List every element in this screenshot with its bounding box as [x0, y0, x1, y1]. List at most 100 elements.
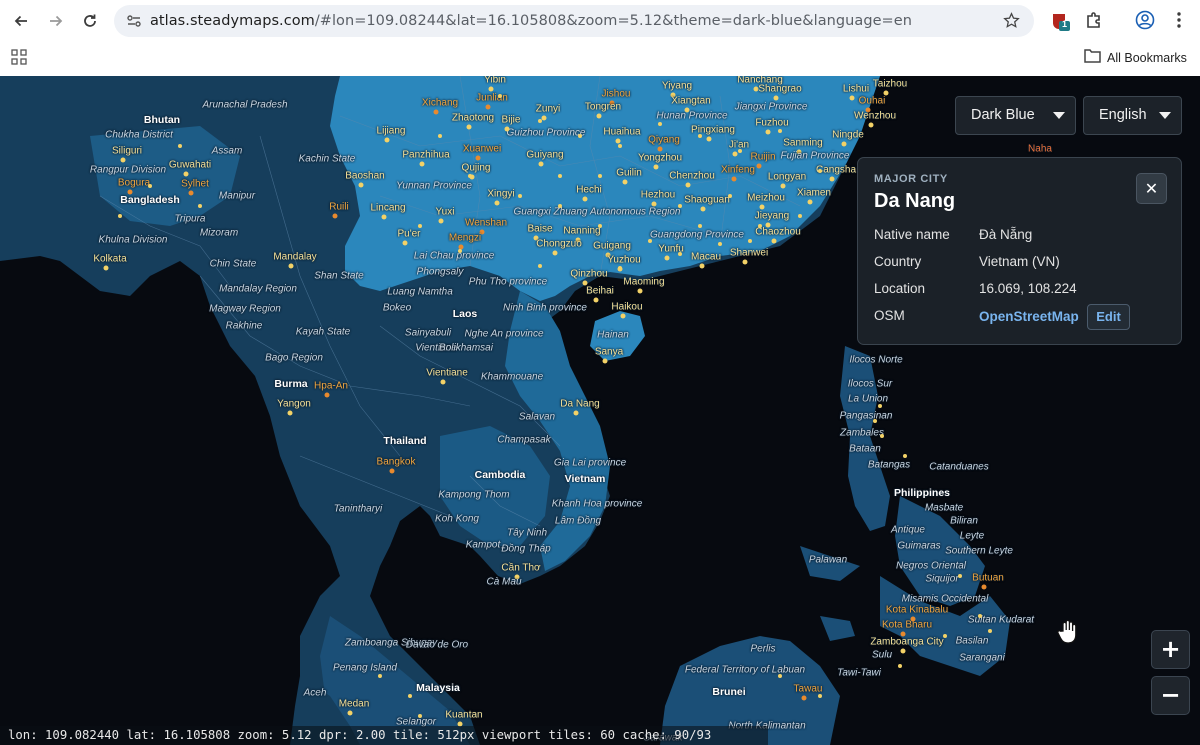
city-dot[interactable] — [618, 266, 622, 270]
city-dot[interactable] — [578, 134, 582, 138]
city-dot[interactable] — [958, 574, 962, 578]
city-dot[interactable] — [981, 584, 987, 590]
city-dot[interactable] — [903, 454, 907, 458]
city-dot[interactable] — [598, 174, 602, 178]
city-dot[interactable] — [637, 288, 643, 294]
city-dot[interactable] — [381, 214, 387, 220]
city-dot[interactable] — [384, 137, 390, 143]
city-dot[interactable] — [582, 196, 588, 202]
city-dot[interactable] — [898, 664, 902, 668]
star-icon[interactable] — [1003, 12, 1020, 34]
city-dot[interactable] — [419, 161, 425, 167]
city-dot[interactable] — [756, 163, 762, 169]
city-dot[interactable] — [475, 155, 481, 161]
city-dot[interactable] — [466, 124, 472, 130]
city-dot[interactable] — [728, 194, 732, 198]
forward-icon[interactable] — [43, 8, 69, 34]
zoom-in-button[interactable]: + — [1151, 630, 1190, 669]
city-dot[interactable] — [801, 695, 807, 701]
city-dot[interactable] — [538, 119, 542, 123]
apps-icon[interactable] — [11, 49, 27, 70]
city-dot[interactable] — [598, 224, 602, 228]
city-dot[interactable] — [433, 109, 439, 115]
city-dot[interactable] — [178, 144, 182, 148]
city-dot[interactable] — [288, 263, 294, 269]
city-dot[interactable] — [120, 157, 126, 163]
city-dot[interactable] — [504, 126, 510, 132]
city-dot[interactable] — [618, 144, 622, 148]
city-dot[interactable] — [402, 240, 408, 246]
puzzle-icon[interactable] — [1085, 11, 1103, 34]
city-dot[interactable] — [438, 218, 444, 224]
back-icon[interactable] — [8, 8, 34, 34]
city-dot[interactable] — [880, 434, 884, 438]
city-dot[interactable] — [552, 250, 558, 256]
city-dot[interactable] — [678, 204, 682, 208]
theme-select[interactable]: Dark Blue — [955, 96, 1076, 135]
city-dot[interactable] — [878, 404, 882, 408]
city-dot[interactable] — [332, 213, 338, 219]
city-dot[interactable] — [573, 410, 579, 416]
city-dot[interactable] — [103, 265, 109, 271]
city-dot[interactable] — [440, 379, 446, 385]
city-dot[interactable] — [773, 95, 779, 101]
city-dot[interactable] — [841, 141, 847, 147]
city-dot[interactable] — [771, 238, 777, 244]
city-dot[interactable] — [658, 122, 662, 126]
reload-icon[interactable] — [77, 8, 103, 34]
city-dot[interactable] — [700, 206, 706, 212]
city-dot[interactable] — [829, 176, 835, 182]
city-dot[interactable] — [596, 113, 602, 119]
city-dot[interactable] — [807, 199, 813, 205]
city-dot[interactable] — [622, 179, 628, 185]
city-dot[interactable] — [778, 674, 782, 678]
city-dot[interactable] — [602, 358, 608, 364]
city-dot[interactable] — [324, 392, 330, 398]
city-dot[interactable] — [988, 629, 992, 633]
city-dot[interactable] — [541, 115, 547, 121]
city-dot[interactable] — [706, 136, 712, 142]
city-dot[interactable] — [738, 149, 742, 153]
city-dot[interactable] — [148, 184, 152, 188]
close-icon[interactable]: ✕ — [1136, 173, 1167, 204]
city-dot[interactable] — [183, 171, 189, 177]
city-dot[interactable] — [718, 242, 722, 246]
profile-icon[interactable] — [1135, 10, 1155, 35]
city-dot[interactable] — [742, 259, 748, 265]
city-dot[interactable] — [389, 468, 395, 474]
language-select[interactable]: English — [1083, 96, 1182, 135]
city-dot[interactable] — [699, 263, 705, 269]
city-dot[interactable] — [518, 194, 522, 198]
city-dot[interactable] — [765, 129, 771, 135]
city-dot[interactable] — [538, 161, 544, 167]
zoom-out-button[interactable]: − — [1151, 676, 1190, 715]
city-dot[interactable] — [798, 214, 802, 218]
city-dot[interactable] — [732, 151, 738, 157]
city-dot[interactable] — [678, 252, 682, 256]
city-dot[interactable] — [657, 146, 663, 152]
city-dot[interactable] — [378, 674, 382, 678]
menu-icon[interactable] — [1173, 11, 1185, 34]
city-dot[interactable] — [698, 134, 702, 138]
city-dot[interactable] — [758, 224, 762, 228]
site-settings-icon[interactable] — [126, 13, 142, 34]
city-dot[interactable] — [868, 122, 874, 128]
city-dot[interactable] — [943, 634, 947, 638]
city-dot[interactable] — [118, 214, 122, 218]
city-dot[interactable] — [485, 104, 491, 110]
city-dot[interactable] — [615, 138, 621, 144]
city-dot[interactable] — [818, 694, 822, 698]
city-dot[interactable] — [498, 94, 502, 98]
city-dot[interactable] — [748, 239, 752, 243]
city-dot[interactable] — [759, 204, 765, 210]
city-dot[interactable] — [188, 190, 194, 196]
city-dot[interactable] — [978, 614, 982, 618]
city-dot[interactable] — [198, 204, 202, 208]
city-dot[interactable] — [408, 694, 412, 698]
city-dot[interactable] — [358, 182, 364, 188]
map-canvas[interactable]: Yibin Jishou Yiyang Nanchang Taizhou Junlian G… — [0, 76, 1200, 745]
city-dot[interactable] — [418, 224, 422, 228]
city-dot[interactable] — [438, 134, 442, 138]
openstreetmap-link[interactable]: OpenStreetMap — [979, 309, 1079, 324]
city-dot[interactable] — [780, 183, 786, 189]
